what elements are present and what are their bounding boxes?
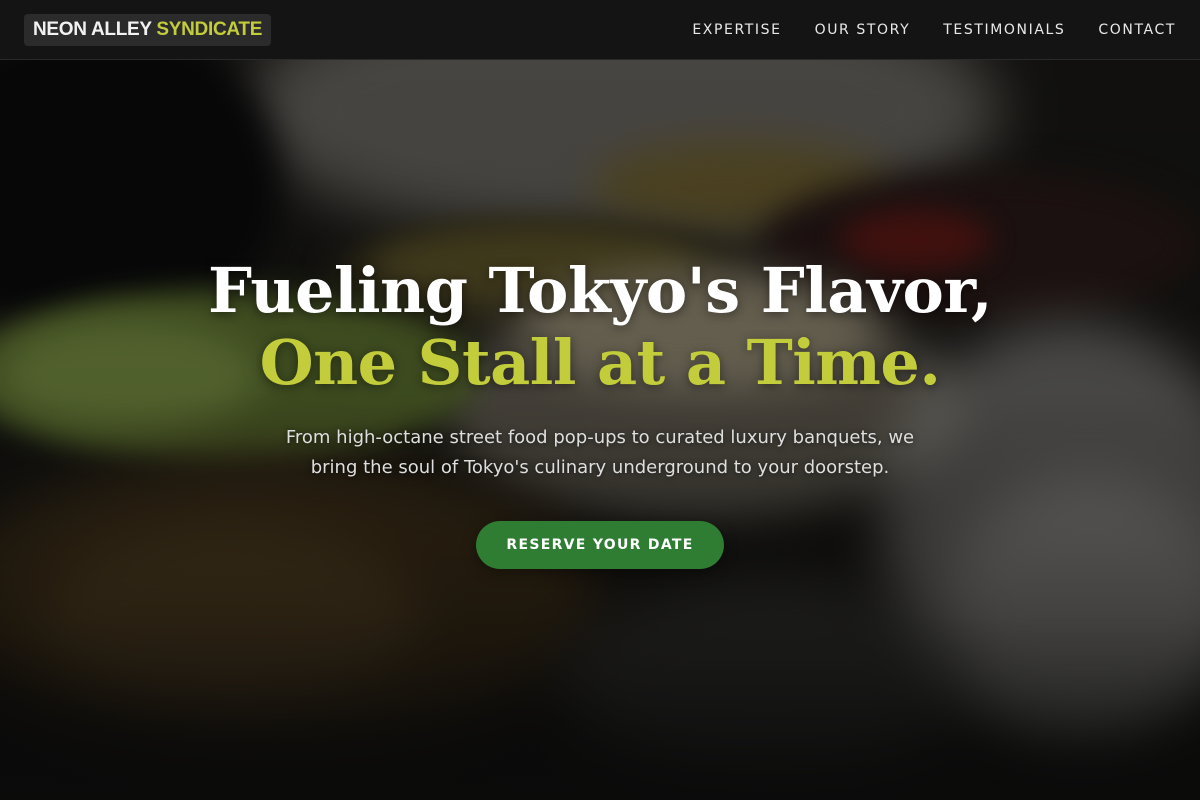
brand-logo[interactable]: NEON ALLEY SYNDICATE [24,13,272,46]
brand-name-primary: NEON ALLEY [33,18,152,40]
main-navigation: EXPERTISE OUR STORY TESTIMONIALS CONTACT [692,22,1176,38]
hero-section: Fueling Tokyo's Flavor, One Stall at a T… [0,255,1200,569]
nav-link-our-story[interactable]: OUR STORY [815,22,911,38]
hero-headline: Fueling Tokyo's Flavor, One Stall at a T… [0,255,1200,399]
navbar: NEON ALLEY SYNDICATE EXPERTISE OUR STORY… [0,0,1200,60]
hero-headline-line1: Fueling Tokyo's Flavor, [207,254,993,327]
reserve-date-button[interactable]: RESERVE YOUR DATE [476,521,724,569]
brand-name-accent: SYNDICATE [156,18,263,40]
hero-headline-line2: One Stall at a Time. [259,326,941,399]
nav-link-expertise[interactable]: EXPERTISE [692,22,781,38]
nav-link-testimonials[interactable]: TESTIMONIALS [943,22,1065,38]
nav-link-contact[interactable]: CONTACT [1098,22,1176,38]
hero-subtitle: From high-octane street food pop-ups to … [285,427,915,478]
